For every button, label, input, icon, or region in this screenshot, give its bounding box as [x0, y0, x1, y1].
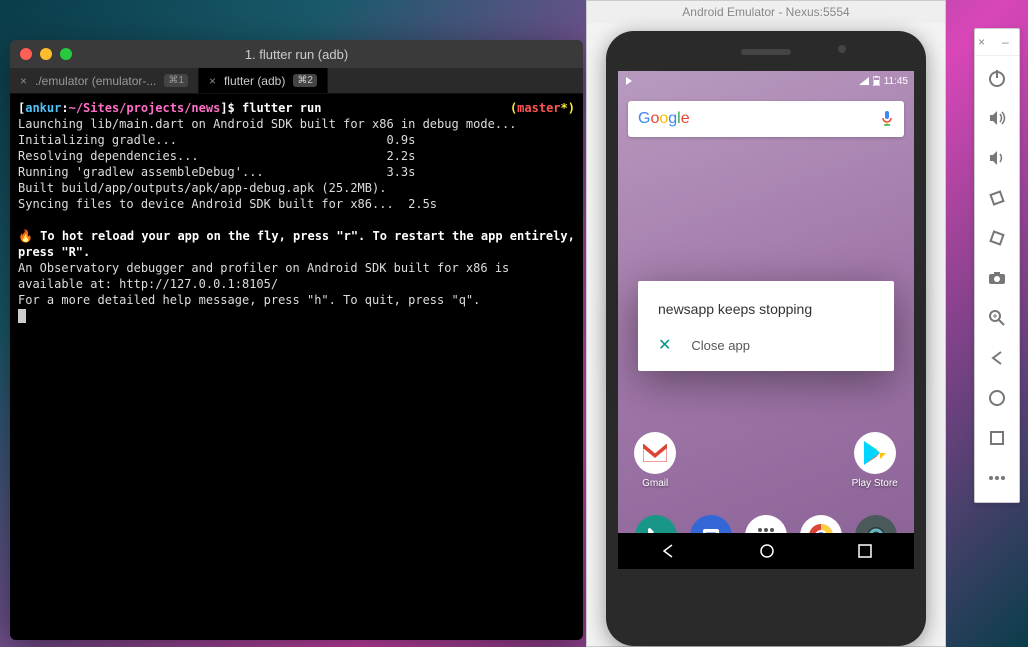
status-time: 11:45	[884, 76, 908, 87]
nav-back-button[interactable]	[660, 543, 676, 559]
tab-label: flutter (adb)	[224, 74, 285, 88]
android-nav-bar	[618, 533, 914, 569]
tab-shortcut: ⌘1	[164, 74, 188, 87]
nav-overview-button[interactable]	[858, 544, 872, 558]
mic-icon[interactable]	[880, 110, 894, 128]
volume-up-button[interactable]	[979, 100, 1015, 136]
tab-shortcut: ⌘2	[293, 74, 317, 87]
close-icon[interactable]: ×	[978, 35, 992, 49]
minimize-icon[interactable]: –	[1002, 35, 1016, 49]
cursor	[18, 309, 26, 323]
screenshot-button[interactable]	[979, 260, 1015, 296]
crash-dialog: newsapp keeps stopping ✕ Close app	[638, 281, 894, 371]
rotate-right-button[interactable]	[979, 220, 1015, 256]
close-icon[interactable]: ×	[20, 74, 27, 88]
git-paren-close: )	[568, 101, 575, 115]
term-line: Syncing files to device Android SDK buil…	[18, 197, 437, 211]
terminal-tab-flutter[interactable]: × flutter (adb) ⌘2	[199, 68, 328, 93]
terminal-body[interactable]: [ankur:~/Sites/projects/news]$ flutter r…	[10, 94, 583, 640]
term-line: Built build/app/outputs/apk/app-debug.ap…	[18, 181, 386, 195]
phone-camera	[838, 45, 846, 53]
home-button[interactable]	[979, 380, 1015, 416]
tab-label: ./emulator (emulator-...	[35, 74, 156, 88]
terminal-window: 1. flutter run (adb) × ./emulator (emula…	[10, 40, 583, 640]
battery-icon	[873, 76, 880, 86]
terminal-titlebar[interactable]: 1. flutter run (adb)	[10, 40, 583, 68]
app-gmail[interactable]: Gmail	[634, 432, 676, 489]
git-branch: master	[517, 101, 560, 115]
power-button[interactable]	[979, 60, 1015, 96]
term-line: Running 'gradlew assembleDebug'... 3.3s	[18, 165, 415, 179]
dialog-close-app-action[interactable]: ✕ Close app	[658, 335, 874, 355]
signal-icon	[859, 77, 869, 85]
terminal-title: 1. flutter run (adb)	[10, 47, 583, 62]
app-label: Play Store	[852, 478, 898, 489]
phone-speaker	[741, 49, 791, 55]
google-logo: Google	[638, 110, 690, 128]
terminal-tab-emulator[interactable]: × ./emulator (emulator-... ⌘1	[10, 68, 199, 93]
observatory-line: An Observatory debugger and profiler on …	[18, 261, 517, 291]
dialog-title: newsapp keeps stopping	[658, 301, 874, 317]
prompt-close: ]$	[220, 101, 234, 115]
prompt-user: ankur	[25, 101, 61, 115]
prompt-path: ~/Sites/projects/news	[69, 101, 221, 115]
prompt-command: flutter run	[242, 101, 321, 115]
app-label: Gmail	[642, 478, 668, 489]
close-window-button[interactable]	[20, 48, 32, 60]
emulator-window: Android Emulator - Nexus:5554 11:45	[586, 0, 946, 647]
back-button[interactable]	[979, 340, 1015, 376]
home-row-1: Gmail Play Store	[618, 432, 914, 489]
maximize-window-button[interactable]	[60, 48, 72, 60]
term-line: Launching lib/main.dart on Android SDK b…	[18, 117, 517, 131]
prompt-sep: :	[61, 101, 68, 115]
status-bar: 11:45	[618, 71, 914, 91]
emulator-title: Android Emulator - Nexus:5554	[587, 1, 945, 23]
close-icon: ✕	[658, 335, 671, 355]
phone-screen[interactable]: 11:45 Google Gmail	[618, 71, 914, 569]
phone-frame: 11:45 Google Gmail	[606, 31, 926, 646]
more-button[interactable]	[979, 460, 1015, 496]
term-line: Initializing gradle... 0.9s	[18, 133, 415, 147]
rotate-left-button[interactable]	[979, 180, 1015, 216]
dialog-action-label: Close app	[691, 338, 750, 353]
help-line: For a more detailed help message, press …	[18, 293, 480, 307]
hot-reload-text: To hot reload your app on the fly, press…	[18, 229, 582, 259]
minimize-window-button[interactable]	[40, 48, 52, 60]
hot-reload-prefix: 🔥	[18, 229, 40, 243]
nav-home-button[interactable]	[759, 543, 775, 559]
terminal-tabs: × ./emulator (emulator-... ⌘1 × flutter …	[10, 68, 583, 94]
git-star: *	[561, 101, 568, 115]
zoom-button[interactable]	[979, 300, 1015, 336]
emulator-toolbar: × –	[974, 28, 1020, 503]
app-play-store[interactable]: Play Store	[852, 432, 898, 489]
notification-icon	[624, 76, 634, 86]
overview-button[interactable]	[979, 420, 1015, 456]
volume-down-button[interactable]	[979, 140, 1015, 176]
term-line: Resolving dependencies... 2.2s	[18, 149, 415, 163]
google-search-bar[interactable]: Google	[628, 101, 904, 137]
close-icon[interactable]: ×	[209, 74, 216, 88]
